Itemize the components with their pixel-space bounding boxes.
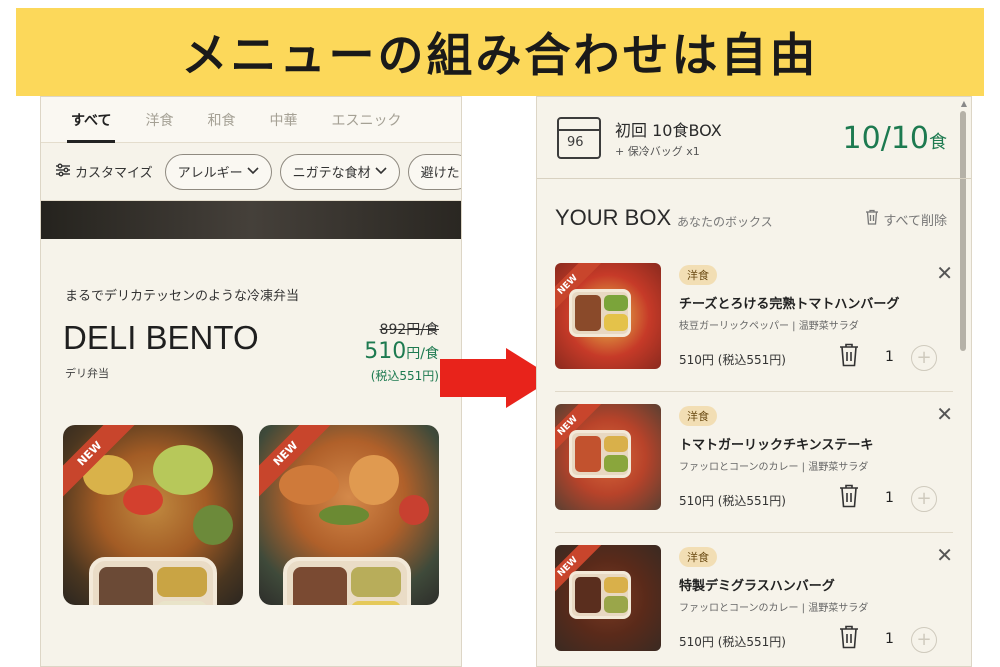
filter-avoid[interactable]: 避けた bbox=[407, 153, 461, 190]
category-badge: 洋食 bbox=[679, 547, 717, 567]
deli-tagline: まるでデリカテッセンのような冷凍弁当 bbox=[65, 289, 300, 304]
item-price: 510円 (税込551円) bbox=[679, 353, 786, 367]
sale-price-value: 510 bbox=[364, 339, 407, 364]
chevron-down-icon bbox=[375, 164, 387, 179]
item-name: チーズとろける完熟トマトハンバーグ bbox=[679, 297, 900, 312]
product-card-1[interactable]: NEW bbox=[63, 425, 243, 605]
tab-western[interactable]: 洋食 bbox=[145, 97, 173, 143]
food-image bbox=[279, 465, 339, 505]
clear-all-button[interactable]: すべて削除 bbox=[865, 209, 947, 229]
food-image bbox=[193, 505, 233, 545]
cart-item: NEW 洋食 特製デミグラスハンバーグ ファッロとコーンのカレー | 温野菜サラ… bbox=[555, 533, 953, 666]
product-card-2[interactable]: NEW bbox=[259, 425, 439, 605]
item-name: 特製デミグラスハンバーグ bbox=[679, 579, 835, 594]
tab-ethnic[interactable]: エスニック bbox=[331, 97, 401, 143]
food-image bbox=[399, 495, 429, 525]
category-badge: 洋食 bbox=[679, 406, 717, 426]
trash-icon[interactable] bbox=[839, 625, 859, 653]
sliders-icon bbox=[55, 163, 71, 181]
menu-screen: すべて 洋食 和食 中華 エスニック カスタマイズ アレルギー ニガテな食材 避… bbox=[40, 96, 462, 667]
hero-image bbox=[41, 201, 461, 239]
plus-circle-icon[interactable]: + bbox=[911, 345, 937, 371]
food-image bbox=[123, 485, 163, 515]
chevron-down-icon bbox=[247, 164, 259, 179]
deli-subtitle: デリ弁当 bbox=[65, 367, 109, 380]
bento-tray bbox=[569, 289, 631, 337]
clear-all-label: すべて削除 bbox=[883, 213, 947, 229]
original-price: 892円/食 bbox=[379, 322, 439, 338]
tab-chinese[interactable]: 中華 bbox=[269, 97, 297, 143]
item-quantity: 1 bbox=[885, 490, 894, 506]
plus-circle-icon[interactable]: + bbox=[911, 486, 937, 512]
filter-label: 避けた bbox=[420, 166, 460, 181]
arrow-icon bbox=[440, 359, 506, 397]
tab-japanese[interactable]: 和食 bbox=[207, 97, 235, 143]
your-box-header: YOUR BOX あなたのボックス すべて削除 bbox=[537, 179, 971, 251]
category-tabs: すべて 洋食 和食 中華 エスニック bbox=[41, 97, 461, 143]
item-price: 510円 (税込551円) bbox=[679, 494, 786, 508]
headline-banner: メニューの組み合わせは自由 bbox=[16, 8, 984, 96]
bento-tray bbox=[89, 557, 217, 605]
box-screen: ▲ 96 初回 10食BOX + 保冷バッグ x1 10/10食 YOUR BO… bbox=[536, 96, 972, 667]
box-header: 96 初回 10食BOX + 保冷バッグ x1 10/10食 bbox=[537, 97, 971, 179]
your-box-title: YOUR BOX bbox=[555, 205, 672, 230]
trash-icon[interactable] bbox=[839, 484, 859, 512]
your-box-subtitle: あなたのボックス bbox=[677, 215, 773, 229]
box-count-value: 10/10 bbox=[842, 121, 929, 156]
bento-tray bbox=[569, 571, 631, 619]
deli-title: DELI BENTO bbox=[63, 319, 259, 356]
customize-button[interactable]: カスタマイズ bbox=[55, 162, 153, 181]
box-title: 初回 10食BOX bbox=[615, 120, 722, 140]
filter-allergy[interactable]: アレルギー bbox=[164, 153, 272, 190]
bento-tray bbox=[283, 557, 411, 605]
tab-all[interactable]: すべて bbox=[66, 97, 116, 143]
item-sides: ファッロとコーンのカレー | 温野菜サラダ bbox=[679, 603, 869, 614]
item-image: NEW bbox=[555, 545, 661, 651]
sale-price-unit: 円/食 bbox=[406, 346, 439, 362]
food-image bbox=[319, 505, 369, 525]
deli-bento-section: まるでデリカテッセンのような冷凍弁当 DELI BENTO デリ弁当 892円/… bbox=[41, 239, 461, 659]
item-quantity: 1 bbox=[885, 631, 894, 647]
bento-tray bbox=[569, 430, 631, 478]
food-image bbox=[153, 445, 213, 495]
plus-circle-icon[interactable]: + bbox=[911, 627, 937, 653]
box-icon-label: 96 bbox=[567, 134, 584, 150]
trash-icon bbox=[865, 209, 879, 229]
box-subtitle: + 保冷バッグ x1 bbox=[615, 144, 700, 158]
item-image: NEW bbox=[555, 263, 661, 369]
item-image: NEW bbox=[555, 404, 661, 510]
customize-label: カスタマイズ bbox=[75, 166, 153, 181]
trash-icon[interactable] bbox=[839, 343, 859, 371]
filter-bar: カスタマイズ アレルギー ニガテな食材 避けた bbox=[41, 143, 461, 201]
filter-label: アレルギー bbox=[177, 166, 243, 181]
box-icon: 96 bbox=[557, 116, 601, 159]
item-name: トマトガーリックチキンステーキ bbox=[679, 438, 874, 453]
food-image bbox=[349, 455, 399, 505]
category-badge: 洋食 bbox=[679, 265, 717, 285]
item-quantity: 1 bbox=[885, 349, 894, 365]
box-count-unit: 食 bbox=[929, 132, 947, 153]
item-price: 510円 (税込551円) bbox=[679, 635, 786, 649]
item-sides: 枝豆ガーリックペッパー | 温野菜サラダ bbox=[679, 321, 859, 332]
item-sides: ファッロとコーンのカレー | 温野菜サラダ bbox=[679, 462, 869, 473]
cart-item: NEW 洋食 チーズとろける完熟トマトハンバーグ 枝豆ガーリックペッパー | 温… bbox=[555, 251, 953, 392]
box-count: 10/10食 bbox=[843, 121, 947, 156]
filter-label: ニガテな食材 bbox=[292, 166, 371, 181]
tax-included-price: (税込551円) bbox=[370, 369, 439, 383]
sale-price: 510円/食 bbox=[364, 339, 439, 364]
banner-title: メニューの組み合わせは自由 bbox=[181, 28, 819, 82]
close-icon[interactable]: ✕ bbox=[936, 402, 953, 426]
close-icon[interactable]: ✕ bbox=[936, 543, 953, 567]
page: メニューの組み合わせは自由 すべて 洋食 和食 中華 エスニック カスタマイズ … bbox=[0, 0, 1000, 667]
cart-item: NEW 洋食 トマトガーリックチキンステーキ ファッロとコーンのカレー | 温野… bbox=[555, 392, 953, 533]
filter-disliked-ingredients[interactable]: ニガテな食材 bbox=[279, 153, 400, 190]
close-icon[interactable]: ✕ bbox=[936, 261, 953, 285]
